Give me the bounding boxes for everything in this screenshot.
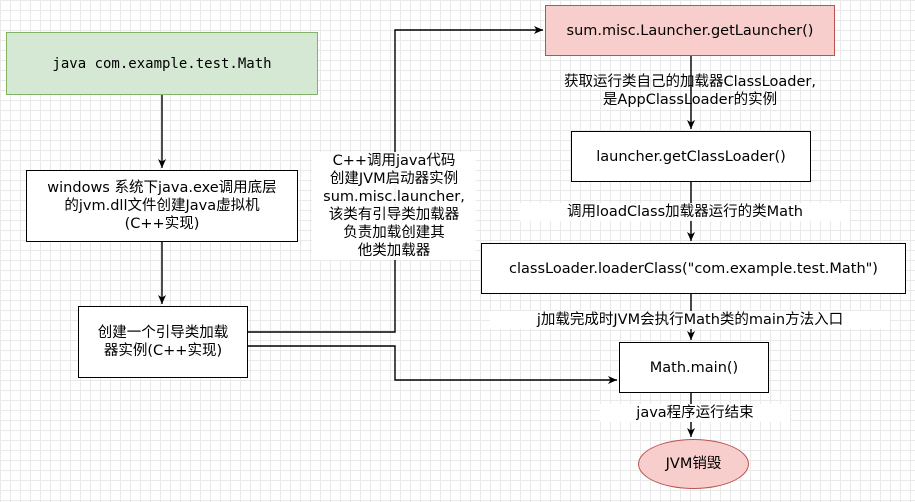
create-jvm-text: windows 系统下java.exe调用底层 的jvm.dll文件创建Java… [47, 180, 277, 232]
edge-bootstrap-to-main [248, 345, 617, 384]
create-jvm-node: windows 系统下java.exe调用底层 的jvm.dll文件创建Java… [26, 170, 298, 242]
loaded-edge-label: j加载完成时JVM会执行Math类的main方法入口 [490, 311, 890, 329]
load-class-text: classLoader.loaderClass("com.example.tes… [509, 260, 878, 277]
start-command-text: java com.example.test.Math [52, 55, 272, 72]
bootstrap-loader-text: 创建一个引导类加载 器实例(C++实现) [97, 325, 229, 359]
get-launcher-node: sum.misc.Launcher.getLauncher() [545, 5, 835, 56]
load-class-edge-label: 调用loadClass加载器运行的类Math [520, 203, 850, 221]
cpp-call-edge-label: C++调用java代码 创建JVM启动器实例 sum.misc.launcher… [312, 152, 476, 260]
math-main-text: Math.main() [649, 359, 739, 376]
bootstrap-loader-node: 创建一个引导类加载 器实例(C++实现) [78, 306, 248, 378]
get-class-loader-node: launcher.getClassLoader() [571, 131, 811, 182]
start-command-node: java com.example.test.Math [6, 32, 318, 95]
get-class-loader-text: launcher.getClassLoader() [596, 148, 786, 165]
jvm-destroy-node: JVM销毁 [638, 439, 749, 489]
load-class-node: classLoader.loaderClass("com.example.tes… [481, 243, 906, 294]
program-end-edge-label: java程序运行结束 [600, 404, 790, 422]
get-launcher-text: sum.misc.Launcher.getLauncher() [566, 22, 814, 39]
get-launcher-edge-label: 获取运行类自己的加载器ClassLoader, 是AppClassLoader的… [564, 74, 816, 108]
jvm-destroy-text: JVM销毁 [665, 456, 722, 472]
math-main-node: Math.main() [619, 342, 769, 393]
